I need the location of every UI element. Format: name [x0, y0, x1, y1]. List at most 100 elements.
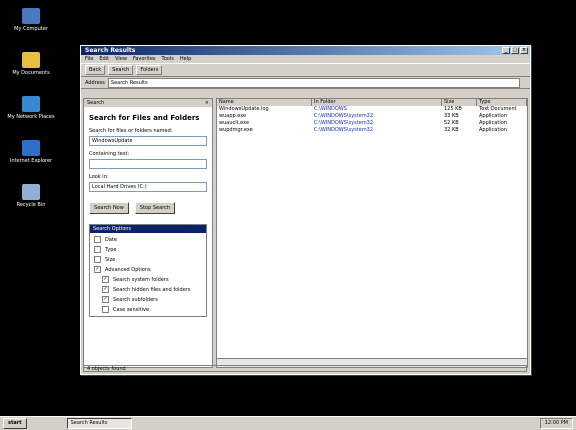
- lookin-select[interactable]: Local Hard Drives (C:): [89, 182, 207, 192]
- column-header-type[interactable]: Type: [477, 99, 527, 106]
- desktop-icon-label: My Computer: [14, 26, 48, 32]
- search-option[interactable]: ✓ Search subfolders: [94, 296, 202, 303]
- search-results-window: Search Results _ □ × File Edit View Favorit…: [80, 45, 531, 375]
- desktop-icon[interactable]: My Network Places: [6, 96, 56, 120]
- search-options-header[interactable]: Search Options: [90, 225, 206, 233]
- close-button[interactable]: ×: [520, 47, 528, 54]
- minimize-button[interactable]: _: [502, 47, 510, 54]
- checkbox[interactable]: ✓: [102, 286, 109, 293]
- status-bar: 4 objects found: [83, 365, 527, 372]
- table-row[interactable]: wuauclt.exe C:\WINDOWS\system32 52 KB Appli…: [217, 120, 527, 127]
- search-option[interactable]: Case sensitive: [94, 306, 202, 313]
- desktop-icon[interactable]: My Computer: [6, 8, 56, 32]
- desktop-icon-image: [22, 140, 40, 156]
- search-option-label: Type: [105, 246, 117, 253]
- desktop-icon-image: [22, 184, 40, 200]
- menu-file[interactable]: File: [85, 55, 93, 63]
- taskbar-search-results[interactable]: Search Results: [66, 418, 132, 429]
- table-cell: Application: [479, 113, 507, 119]
- search-option[interactable]: ✓ Search hidden files and folders: [94, 286, 202, 293]
- table-cell: wupdmgr.exe: [219, 127, 253, 133]
- desktop-icon-label: Internet Explorer: [9, 158, 53, 164]
- search-option-label: Search hidden files and folders: [113, 286, 191, 293]
- desktop-icon-label: Recycle Bin: [16, 202, 46, 208]
- desktop-icon-image: [22, 96, 40, 112]
- folders-button[interactable]: Folders: [136, 65, 163, 75]
- menu-view[interactable]: View: [115, 55, 127, 63]
- checkbox[interactable]: ✓: [102, 276, 109, 283]
- checkbox[interactable]: [94, 236, 101, 243]
- start-button[interactable]: start: [3, 418, 27, 429]
- desktop-icon[interactable]: Recycle Bin: [6, 184, 56, 208]
- search-option-label: Size: [105, 256, 116, 263]
- table-cell: 33 KB: [444, 113, 459, 119]
- close-pane-icon[interactable]: ×: [205, 99, 209, 107]
- column-header-in-folder[interactable]: In Folder: [312, 99, 442, 106]
- address-bar: Address Search Results: [81, 77, 530, 89]
- search-now-button[interactable]: Search Now: [89, 202, 129, 214]
- containing-label: Containing text:: [89, 151, 130, 157]
- stop-search-button[interactable]: Stop Search: [135, 202, 175, 214]
- results-pane: Name In Folder Size Type WindowsUpdate.log C…: [216, 98, 528, 368]
- table-row[interactable]: wupdmgr.exe C:\WINDOWS\system32 32 KB Appli…: [217, 127, 527, 134]
- name-input[interactable]: WindowsUpdate: [89, 136, 207, 146]
- checkbox[interactable]: [102, 306, 109, 313]
- search-option[interactable]: ✓ Search system folders: [94, 276, 202, 283]
- search-option-label: Date: [105, 236, 117, 243]
- table-cell: C:\WINDOWS: [314, 106, 347, 112]
- taskbar: start Search Results 12:00 PM: [0, 416, 576, 430]
- address-field[interactable]: Search Results: [107, 77, 520, 88]
- search-option[interactable]: Size: [94, 256, 202, 263]
- checkbox[interactable]: [94, 246, 101, 253]
- table-cell: 32 KB: [444, 127, 459, 133]
- table-cell: Text Document: [479, 106, 517, 112]
- table-cell: wuauclt.exe: [219, 120, 250, 126]
- lookin-label: Look in:: [89, 174, 109, 180]
- column-header-name[interactable]: Name: [217, 99, 312, 106]
- containing-input[interactable]: [89, 159, 207, 169]
- menu-help[interactable]: Help: [180, 55, 191, 63]
- table-row[interactable]: wuapp.exe C:\WINDOWS\system32 33 KB Applica…: [217, 113, 527, 120]
- search-option-label: Search system folders: [113, 276, 169, 283]
- search-pane-header-label: Search: [87, 100, 105, 106]
- search-option-label: Search subfolders: [113, 296, 158, 303]
- desktop-icon-label: My Documents: [12, 70, 50, 76]
- checkbox[interactable]: ✓: [102, 296, 109, 303]
- menu-tools[interactable]: Tools: [162, 55, 174, 63]
- search-title: Search for Files and Folders: [89, 114, 200, 122]
- search-options: Search Options Date Type Size ✓ Advanced Opt…: [89, 224, 207, 317]
- search-pane-header: Search ×: [84, 99, 212, 107]
- search-option[interactable]: Type: [94, 246, 202, 253]
- column-header-size[interactable]: Size: [442, 99, 477, 106]
- table-cell: 52 KB: [444, 120, 459, 126]
- search-pane: Search × Search for Files and Folders Se…: [83, 98, 213, 368]
- desktop-icon[interactable]: Internet Explorer: [6, 140, 56, 164]
- search-option-label: Case sensitive: [113, 306, 150, 313]
- back-button[interactable]: Back: [85, 65, 106, 75]
- search-option[interactable]: ✓ Advanced Options: [94, 266, 202, 273]
- clock: 12:00 PM: [539, 418, 573, 429]
- title-bar[interactable]: Search Results _ □ ×: [81, 46, 530, 55]
- name-label: Search for files or folders named:: [89, 128, 173, 134]
- table-cell: C:\WINDOWS\system32: [314, 127, 374, 133]
- checkbox[interactable]: [94, 256, 101, 263]
- search-button[interactable]: Search: [108, 65, 134, 75]
- desktop-icon-image: [22, 8, 40, 24]
- table-row[interactable]: WindowsUpdate.log C:\WINDOWS 125 KB Text Do…: [217, 106, 527, 113]
- table-cell: wuapp.exe: [219, 113, 247, 119]
- checkbox[interactable]: ✓: [94, 266, 101, 273]
- desktop-icon[interactable]: My Documents: [6, 52, 56, 76]
- desktop-icon-image: [22, 52, 40, 68]
- menu-bar: File Edit View Favorites Tools Help: [81, 55, 530, 63]
- maximize-button[interactable]: □: [511, 47, 519, 54]
- table-cell: 125 KB: [444, 106, 462, 112]
- menu-edit[interactable]: Edit: [99, 55, 109, 63]
- desktop-icon-label: My Network Places: [7, 114, 55, 120]
- column-headers: Name In Folder Size Type: [217, 99, 527, 106]
- table-cell: C:\WINDOWS\system32: [314, 120, 374, 126]
- menu-favorites[interactable]: Favorites: [133, 55, 156, 63]
- table-cell: C:\WINDOWS\system32: [314, 113, 374, 119]
- search-option[interactable]: Date: [94, 236, 202, 243]
- table-cell: Application: [479, 127, 507, 133]
- toolbar: Back Search Folders: [81, 63, 530, 77]
